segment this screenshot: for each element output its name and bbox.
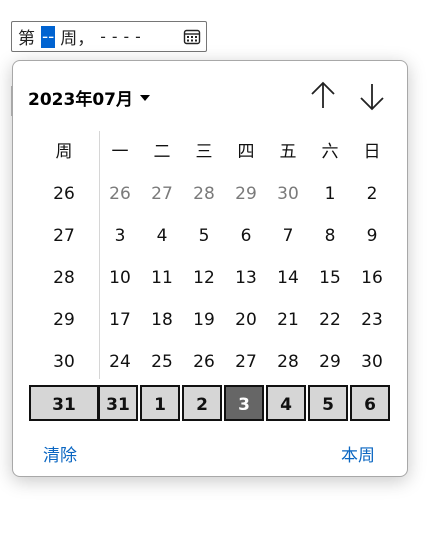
day-cell[interactable]: 20	[225, 299, 267, 341]
day-cell[interactable]: 13	[225, 257, 267, 299]
today-day-cell[interactable]: 3	[224, 385, 264, 421]
day-cell[interactable]: 31	[98, 385, 138, 421]
day-cell[interactable]: 9	[351, 215, 393, 257]
weekday-header: 六	[321, 142, 339, 162]
week-middle-label: 周，	[60, 29, 95, 49]
day-cell[interactable]: 29	[225, 173, 267, 215]
month-year-dropdown[interactable]: 2023年07月	[28, 85, 150, 110]
previous-month-button[interactable]	[308, 79, 338, 113]
day-cell[interactable]: 17	[99, 299, 141, 341]
weekday-header: 四	[237, 142, 255, 162]
year-segment[interactable]: ----	[98, 27, 145, 46]
day-cell[interactable]: 23	[351, 299, 393, 341]
week-column-header: 周	[55, 142, 73, 162]
day-cell[interactable]: 8	[309, 215, 351, 257]
day-cell[interactable]: 4	[266, 385, 306, 421]
arrow-down-icon	[360, 84, 384, 111]
weekday-header: 一	[111, 142, 129, 162]
caret-down-icon	[139, 95, 150, 101]
selected-week-row[interactable]: 31 31 1 2 3 4 5 6	[29, 383, 399, 425]
week-number[interactable]: 31	[29, 385, 99, 421]
day-cell[interactable]: 29	[309, 341, 351, 383]
day-cell[interactable]: 18	[141, 299, 183, 341]
day-cell[interactable]: 27	[141, 173, 183, 215]
weekday-header: 日	[363, 142, 381, 162]
day-cell[interactable]: 24	[99, 341, 141, 383]
day-cell[interactable]: 4	[141, 215, 183, 257]
day-cell[interactable]: 15	[309, 257, 351, 299]
week-row[interactable]: 26 26 27 28 29 30 1 2	[29, 173, 399, 215]
day-cell[interactable]: 10	[99, 257, 141, 299]
week-number-segment[interactable]: --	[41, 25, 56, 48]
day-cell[interactable]: 26	[99, 173, 141, 215]
week-number[interactable]: 26	[43, 173, 85, 215]
day-cell[interactable]: 21	[267, 299, 309, 341]
clear-button[interactable]: 清除	[43, 441, 77, 466]
weekday-header-row: 周一二三四五六日	[29, 131, 399, 173]
day-cell[interactable]: 7	[267, 215, 309, 257]
arrow-up-icon	[311, 81, 335, 108]
day-cell[interactable]: 16	[351, 257, 393, 299]
day-cell[interactable]: 14	[267, 257, 309, 299]
week-number[interactable]: 28	[43, 257, 85, 299]
week-row[interactable]: 28 10 11 12 13 14 15 16	[29, 257, 399, 299]
day-cell[interactable]: 30	[351, 341, 393, 383]
day-cell[interactable]: 1	[140, 385, 180, 421]
day-cell[interactable]: 6	[225, 215, 267, 257]
week-row[interactable]: 27 3 4 5 6 7 8 9	[29, 215, 399, 257]
day-cell[interactable]: 5	[308, 385, 348, 421]
day-cell[interactable]: 27	[225, 341, 267, 383]
day-cell[interactable]: 25	[141, 341, 183, 383]
week-number[interactable]: 30	[43, 341, 85, 383]
calendar-icon[interactable]	[183, 28, 201, 46]
weekday-header: 二	[153, 142, 171, 162]
day-cell[interactable]: 2	[182, 385, 222, 421]
day-cell[interactable]: 22	[309, 299, 351, 341]
day-cell[interactable]: 2	[351, 173, 393, 215]
day-cell[interactable]: 5	[183, 215, 225, 257]
month-year-label: 2023年07月	[28, 90, 133, 110]
week-input[interactable]: 第 -- 周， ----	[11, 21, 207, 52]
day-cell[interactable]: 11	[141, 257, 183, 299]
week-number[interactable]: 29	[43, 299, 85, 341]
day-cell[interactable]: 28	[267, 341, 309, 383]
day-cell[interactable]: 28	[183, 173, 225, 215]
next-month-button[interactable]	[357, 79, 387, 113]
week-picker-popup: 2023年07月 周一二三四五六日 26 26 27 28 29 30 1 2 27 3 4 5 6 7 8 9…	[12, 60, 408, 477]
week-number[interactable]: 27	[43, 215, 85, 257]
week-row[interactable]: 30 24 25 26 27 28 29 30	[29, 341, 399, 383]
week-row[interactable]: 29 17 18 19 20 21 22 23	[29, 299, 399, 341]
day-cell[interactable]: 12	[183, 257, 225, 299]
day-cell[interactable]: 6	[350, 385, 390, 421]
this-week-button[interactable]: 本周	[341, 441, 375, 466]
week-prefix: 第	[18, 29, 35, 49]
day-cell[interactable]: 3	[99, 215, 141, 257]
day-cell[interactable]: 30	[267, 173, 309, 215]
weekday-header: 五	[279, 142, 297, 162]
day-cell[interactable]: 19	[183, 299, 225, 341]
weekday-header: 三	[195, 142, 213, 162]
day-cell[interactable]: 1	[309, 173, 351, 215]
day-cell[interactable]: 26	[183, 341, 225, 383]
